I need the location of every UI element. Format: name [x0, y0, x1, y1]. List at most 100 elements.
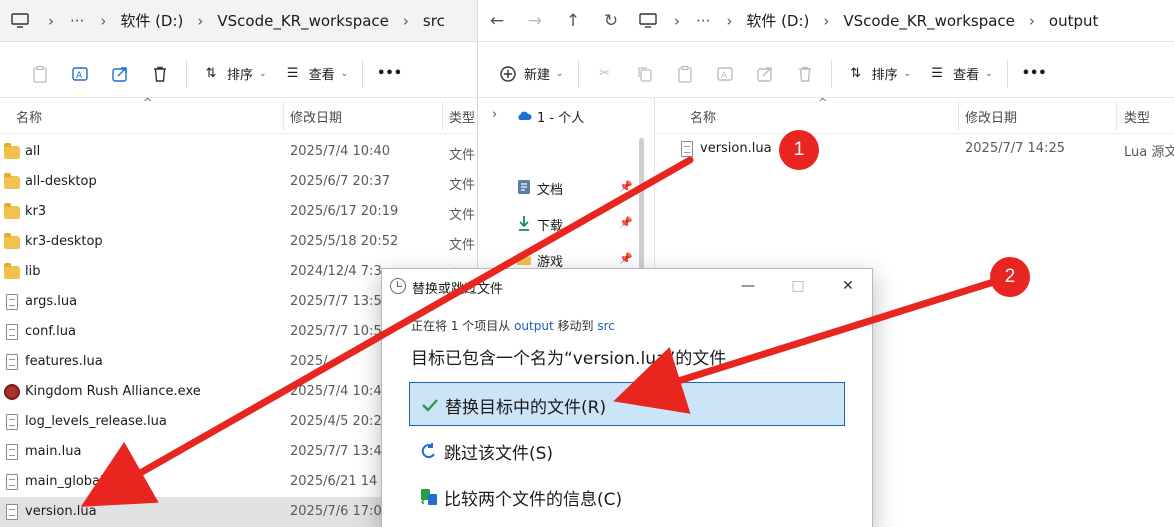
view-button[interactable]: ☰ 查看 ⌄ — [275, 57, 357, 91]
column-divider[interactable] — [283, 102, 284, 130]
column-name[interactable]: 名称 — [16, 107, 42, 126]
chevron-right-icon[interactable]: › — [492, 107, 497, 122]
chevron-right-icon: › — [197, 11, 204, 30]
table-row[interactable]: all 2025/7/4 10:40 文件 — [0, 137, 477, 167]
maximize-button[interactable]: □ — [775, 273, 821, 299]
sort-button[interactable]: ⇅ 排序 ⌄ — [193, 57, 275, 91]
subtitle-prefix: 正在将 1 个项目从 — [411, 319, 511, 333]
chevron-down-icon: ⌄ — [985, 68, 993, 79]
replace-file-option[interactable]: 替换目标中的文件(R) — [409, 382, 845, 426]
column-divider[interactable] — [1116, 102, 1117, 130]
nav-label: 文档 — [537, 183, 564, 198]
rename-icon: A — [70, 64, 90, 84]
file-date: 2025/6/21 14 — [290, 474, 378, 489]
more-button[interactable]: ••• — [369, 57, 410, 91]
file-date: 2025/7/7 13:4 — [290, 444, 382, 459]
sort-up-icon: ^ — [818, 96, 828, 109]
share-button[interactable] — [100, 57, 140, 91]
breadcrumb-drive[interactable]: 软件 (D:) — [740, 10, 815, 31]
pin-icon[interactable]: 📌 — [619, 252, 633, 265]
file-name: kr3-desktop — [25, 234, 103, 249]
forward-arrow-icon[interactable]: → — [516, 11, 554, 31]
column-divider[interactable] — [442, 102, 443, 130]
breadcrumb-drive[interactable]: 软件 (D:) — [114, 10, 189, 31]
dialog-title-bar[interactable]: 替换或跳过文件 — □ ✕ — [382, 269, 872, 303]
file-type: Lua 源文 — [1124, 145, 1174, 160]
rename-icon: A — [715, 64, 735, 84]
nav-item-documents[interactable]: 文档 📌 — [478, 172, 643, 202]
close-button[interactable]: ✕ — [825, 273, 871, 299]
breadcrumb-workspace[interactable]: VScode_KR_workspace — [837, 12, 1021, 30]
paste-button[interactable] — [665, 57, 705, 91]
delete-button[interactable] — [140, 57, 180, 91]
file-name: version.lua — [700, 141, 772, 156]
folder-icon — [4, 143, 20, 160]
more-button[interactable]: ••• — [1014, 57, 1055, 91]
compare-files-option[interactable]: 比较两个文件的信息(C) — [409, 475, 845, 519]
computer-icon[interactable] — [0, 12, 40, 29]
sort-up-icon: ^ — [143, 96, 153, 109]
ellipsis-icon[interactable]: ··· — [688, 12, 718, 30]
new-button[interactable]: 新建 ⌄ — [490, 57, 572, 91]
view-label: 查看 — [953, 68, 980, 83]
share-button[interactable] — [745, 57, 785, 91]
replace-or-skip-dialog: 替换或跳过文件 — □ ✕ 正在将 1 个项目从 output 移动到 src … — [381, 268, 873, 527]
address-bar[interactable]: ← → ↑ ↻ › ··· › 软件 (D:) › VScode_KR_work… — [478, 0, 1174, 42]
refresh-icon[interactable]: ↻ — [592, 11, 630, 31]
sort-icon: ⇅ — [205, 66, 217, 81]
column-date[interactable]: 修改日期 — [290, 107, 342, 126]
cut-button[interactable]: ✂ — [585, 57, 625, 91]
chevron-right-icon: › — [48, 11, 54, 30]
file-row-version-lua[interactable]: version.lua 2025/7/7 14:25 Lua 源文 — [655, 134, 1174, 164]
folder-icon — [4, 263, 20, 280]
destination-folder-link[interactable]: src — [597, 319, 615, 333]
nav-item-downloads[interactable]: 下载 📌 — [478, 208, 643, 238]
paste-button[interactable] — [20, 57, 60, 91]
file-name: lib — [25, 264, 41, 279]
sort-button[interactable]: ⇅ 排序 ⌄ — [838, 57, 920, 91]
view-list-icon: ☰ — [286, 66, 299, 81]
skip-file-option[interactable]: 跳过该文件(S) — [409, 429, 845, 473]
svg-text:A: A — [721, 71, 728, 81]
chevron-right-icon: › — [402, 11, 409, 30]
breadcrumb-src[interactable]: src — [417, 12, 451, 30]
rename-button[interactable]: A — [705, 57, 745, 91]
breadcrumb-output[interactable]: output — [1043, 12, 1104, 30]
column-date[interactable]: 修改日期 — [965, 107, 1017, 126]
file-type: 文件 — [449, 238, 476, 253]
nav-label: 1 - 个人 — [537, 111, 585, 126]
file-date: 2025/7/4 10:40 — [290, 144, 390, 159]
clock-icon — [390, 278, 406, 294]
address-bar[interactable]: › ··· › 软件 (D:) › VScode_KR_workspace › … — [0, 0, 477, 42]
computer-icon[interactable] — [630, 12, 666, 29]
column-name[interactable]: 名称 — [690, 107, 716, 126]
option-label: 比较两个文件的信息(C) — [444, 490, 623, 510]
minimize-button[interactable]: — — [725, 273, 771, 299]
copy-button[interactable] — [625, 57, 665, 91]
table-row[interactable]: kr3-desktop 2025/5/18 20:52 文件 — [0, 227, 477, 257]
subtitle-middle: 移动到 — [557, 319, 594, 333]
nav-item-personal[interactable]: › 1 - 个人 — [478, 100, 643, 130]
source-folder-link[interactable]: output — [514, 319, 554, 333]
chevron-down-icon: ⌄ — [903, 68, 912, 79]
back-arrow-icon[interactable]: ← — [478, 11, 516, 31]
column-type[interactable]: 类型 — [1124, 107, 1150, 126]
up-arrow-icon[interactable]: ↑ — [554, 11, 592, 31]
file-icon — [4, 474, 20, 490]
toolbar-divider — [830, 59, 832, 88]
toolbar-divider — [1006, 59, 1008, 88]
view-button[interactable]: ☰ 查看 ⌄ — [919, 57, 1001, 91]
table-row[interactable]: kr3 2025/6/17 20:19 文件 — [0, 197, 477, 227]
column-divider[interactable] — [958, 102, 959, 130]
table-row[interactable]: all-desktop 2025/6/7 20:37 文件 — [0, 167, 477, 197]
ellipsis-icon[interactable]: ··· — [62, 12, 92, 30]
breadcrumb-workspace[interactable]: VScode_KR_workspace — [211, 12, 395, 30]
column-type[interactable]: 类型 — [449, 107, 475, 126]
file-name: Kingdom Rush Alliance.exe — [25, 384, 201, 399]
rename-button[interactable]: A — [60, 57, 100, 91]
file-icon — [4, 504, 20, 520]
delete-button[interactable] — [785, 57, 825, 91]
file-date: 2025/4/5 20:2 — [290, 414, 382, 429]
pin-icon[interactable]: 📌 — [619, 216, 633, 229]
pin-icon[interactable]: 📌 — [619, 180, 633, 193]
